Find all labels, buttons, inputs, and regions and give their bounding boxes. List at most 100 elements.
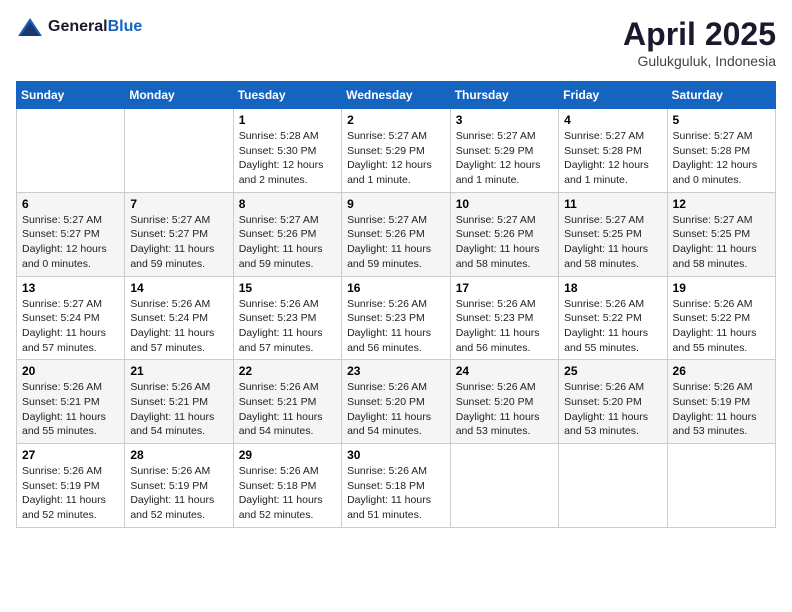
day-cell: 21Sunrise: 5:26 AM Sunset: 5:21 PM Dayli…	[125, 360, 233, 444]
week-row-5: 27 Sunrise: 5:26 AM Sunset: 5:19 PM Dayli…	[17, 444, 776, 528]
day-cell	[559, 444, 667, 528]
day-info: Sunrise: 5:27 AM Sunset: 5:25 PM Dayligh…	[673, 213, 770, 272]
day-number: 7	[130, 197, 227, 211]
day-cell: 24 Sunrise: 5:26 AM Sunset: 5:20 PM Dayli…	[450, 360, 558, 444]
day-info: Sunrise: 5:26 AM Sunset: 5:23 PM Dayligh…	[456, 297, 553, 356]
day-info: Sunrise: 5:26 AM Sunset: 5:21 PM Dayligh…	[239, 380, 336, 439]
day-info: Sunrise: 5:27 AM Sunset: 5:24 PM Dayligh…	[22, 297, 119, 356]
day-number: 1	[239, 113, 336, 127]
logo-general: General	[48, 18, 108, 35]
day-info: Sunrise: 5:26 AM Sunset: 5:22 PM Dayligh…	[673, 297, 770, 356]
day-info: Sunrise: 5:27 AM Sunset: 5:26 PM Dayligh…	[347, 213, 445, 272]
day-cell: 22 Sunrise: 5:26 AM Sunset: 5:21 PM Dayli…	[233, 360, 341, 444]
day-number: 10	[456, 197, 553, 211]
day-number: 8	[239, 197, 336, 211]
day-info: Sunrise: 5:27 AM Sunset: 5:25 PM Dayligh…	[564, 213, 661, 272]
day-info: Sunrise: 5:27 AM Sunset: 5:28 PM Dayligh…	[673, 129, 770, 188]
day-info: Sunrise: 5:27 AM Sunset: 5:29 PM Dayligh…	[456, 129, 553, 188]
day-number: 21	[130, 364, 227, 378]
day-info: Sunrise: 5:26 AM Sunset: 5:23 PM Dayligh…	[239, 297, 336, 356]
day-cell: 23 Sunrise: 5:26 AM Sunset: 5:20 PM Dayli…	[342, 360, 451, 444]
col-header-sunday: Sunday	[17, 82, 125, 109]
day-number: 17	[456, 281, 553, 295]
day-cell: 9 Sunrise: 5:27 AM Sunset: 5:26 PM Daylig…	[342, 192, 451, 276]
day-cell: 27 Sunrise: 5:26 AM Sunset: 5:19 PM Dayli…	[17, 444, 125, 528]
day-cell: 8 Sunrise: 5:27 AM Sunset: 5:26 PM Daylig…	[233, 192, 341, 276]
day-number: 28	[130, 448, 227, 462]
day-cell: 5Sunrise: 5:27 AM Sunset: 5:28 PM Daylig…	[667, 109, 775, 193]
day-cell: 29 Sunrise: 5:26 AM Sunset: 5:18 PM Dayli…	[233, 444, 341, 528]
day-cell: 12 Sunrise: 5:27 AM Sunset: 5:25 PM Dayli…	[667, 192, 775, 276]
day-cell: 20 Sunrise: 5:26 AM Sunset: 5:21 PM Dayli…	[17, 360, 125, 444]
header-row: SundayMondayTuesdayWednesdayThursdayFrid…	[17, 82, 776, 109]
day-cell: 4 Sunrise: 5:27 AM Sunset: 5:28 PM Daylig…	[559, 109, 667, 193]
week-row-2: 6Sunrise: 5:27 AM Sunset: 5:27 PM Daylig…	[17, 192, 776, 276]
day-number: 4	[564, 113, 661, 127]
day-number: 15	[239, 281, 336, 295]
day-cell: 18Sunrise: 5:26 AM Sunset: 5:22 PM Dayli…	[559, 276, 667, 360]
day-info: Sunrise: 5:27 AM Sunset: 5:27 PM Dayligh…	[130, 213, 227, 272]
day-cell: 10 Sunrise: 5:27 AM Sunset: 5:26 PM Dayli…	[450, 192, 558, 276]
day-info: Sunrise: 5:27 AM Sunset: 5:26 PM Dayligh…	[456, 213, 553, 272]
day-info: Sunrise: 5:27 AM Sunset: 5:26 PM Dayligh…	[239, 213, 336, 272]
day-cell	[125, 109, 233, 193]
day-number: 23	[347, 364, 445, 378]
day-cell: 19 Sunrise: 5:26 AM Sunset: 5:22 PM Dayli…	[667, 276, 775, 360]
day-number: 19	[673, 281, 770, 295]
day-number: 25	[564, 364, 661, 378]
day-info: Sunrise: 5:27 AM Sunset: 5:27 PM Dayligh…	[22, 213, 119, 272]
day-cell: 1Sunrise: 5:28 AM Sunset: 5:30 PM Daylig…	[233, 109, 341, 193]
day-cell: 3 Sunrise: 5:27 AM Sunset: 5:29 PM Daylig…	[450, 109, 558, 193]
col-header-wednesday: Wednesday	[342, 82, 451, 109]
logo-blue: Blue	[108, 18, 143, 35]
day-cell: 28Sunrise: 5:26 AM Sunset: 5:19 PM Dayli…	[125, 444, 233, 528]
day-number: 30	[347, 448, 445, 462]
day-number: 2	[347, 113, 445, 127]
day-cell: 14Sunrise: 5:26 AM Sunset: 5:24 PM Dayli…	[125, 276, 233, 360]
week-row-4: 20 Sunrise: 5:26 AM Sunset: 5:21 PM Dayli…	[17, 360, 776, 444]
day-info: Sunrise: 5:27 AM Sunset: 5:28 PM Dayligh…	[564, 129, 661, 188]
title-area: April 2025 Gulukguluk, Indonesia	[623, 16, 776, 69]
col-header-friday: Friday	[559, 82, 667, 109]
day-number: 9	[347, 197, 445, 211]
day-number: 3	[456, 113, 553, 127]
day-info: Sunrise: 5:26 AM Sunset: 5:20 PM Dayligh…	[456, 380, 553, 439]
logo-icon	[16, 16, 44, 38]
location: Gulukguluk, Indonesia	[623, 53, 776, 69]
day-cell: 7 Sunrise: 5:27 AM Sunset: 5:27 PM Daylig…	[125, 192, 233, 276]
day-info: Sunrise: 5:26 AM Sunset: 5:20 PM Dayligh…	[564, 380, 661, 439]
day-number: 24	[456, 364, 553, 378]
day-number: 22	[239, 364, 336, 378]
day-info: Sunrise: 5:26 AM Sunset: 5:20 PM Dayligh…	[347, 380, 445, 439]
day-cell	[17, 109, 125, 193]
day-number: 12	[673, 197, 770, 211]
day-info: Sunrise: 5:27 AM Sunset: 5:29 PM Dayligh…	[347, 129, 445, 188]
day-number: 27	[22, 448, 119, 462]
day-cell: 13 Sunrise: 5:27 AM Sunset: 5:24 PM Dayli…	[17, 276, 125, 360]
day-cell	[667, 444, 775, 528]
day-cell: 26Sunrise: 5:26 AM Sunset: 5:19 PM Dayli…	[667, 360, 775, 444]
day-number: 16	[347, 281, 445, 295]
day-info: Sunrise: 5:26 AM Sunset: 5:24 PM Dayligh…	[130, 297, 227, 356]
col-header-saturday: Saturday	[667, 82, 775, 109]
col-header-thursday: Thursday	[450, 82, 558, 109]
day-cell	[450, 444, 558, 528]
week-row-3: 13 Sunrise: 5:27 AM Sunset: 5:24 PM Dayli…	[17, 276, 776, 360]
day-info: Sunrise: 5:26 AM Sunset: 5:18 PM Dayligh…	[347, 464, 445, 523]
day-info: Sunrise: 5:26 AM Sunset: 5:18 PM Dayligh…	[239, 464, 336, 523]
day-number: 29	[239, 448, 336, 462]
day-info: Sunrise: 5:26 AM Sunset: 5:21 PM Dayligh…	[22, 380, 119, 439]
day-info: Sunrise: 5:26 AM Sunset: 5:19 PM Dayligh…	[22, 464, 119, 523]
col-header-tuesday: Tuesday	[233, 82, 341, 109]
day-cell: 25 Sunrise: 5:26 AM Sunset: 5:20 PM Dayli…	[559, 360, 667, 444]
day-info: Sunrise: 5:26 AM Sunset: 5:19 PM Dayligh…	[673, 380, 770, 439]
day-number: 20	[22, 364, 119, 378]
day-number: 13	[22, 281, 119, 295]
day-info: Sunrise: 5:26 AM Sunset: 5:23 PM Dayligh…	[347, 297, 445, 356]
week-row-1: 1Sunrise: 5:28 AM Sunset: 5:30 PM Daylig…	[17, 109, 776, 193]
day-info: Sunrise: 5:26 AM Sunset: 5:22 PM Dayligh…	[564, 297, 661, 356]
day-cell: 15 Sunrise: 5:26 AM Sunset: 5:23 PM Dayli…	[233, 276, 341, 360]
month-year: April 2025	[623, 16, 776, 53]
day-cell: 11Sunrise: 5:27 AM Sunset: 5:25 PM Dayli…	[559, 192, 667, 276]
day-cell: 16 Sunrise: 5:26 AM Sunset: 5:23 PM Dayli…	[342, 276, 451, 360]
